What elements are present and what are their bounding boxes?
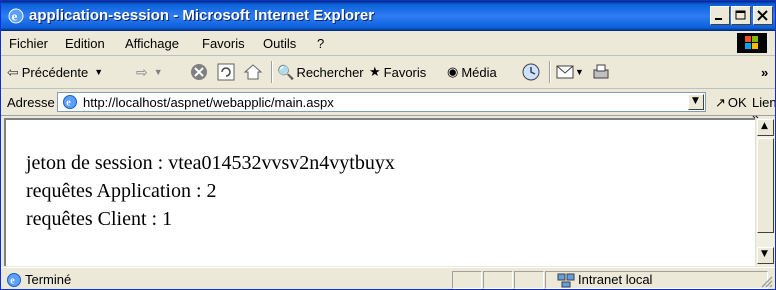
window-title: application-session - Microsoft Internet… [29, 7, 375, 24]
toolbar-overflow-button[interactable]: » [761, 60, 768, 84]
mail-icon [556, 65, 574, 79]
stop-button[interactable] [189, 60, 209, 84]
svg-text:e: e [10, 276, 15, 287]
menu-edition[interactable]: Edition [65, 36, 105, 51]
media-label: Média [461, 64, 497, 80]
standard-toolbar: ⇦ Précédente ▼ ⇨ ▼ 🔍 Rechercher ★ Favori… [1, 56, 775, 89]
menu-help[interactable]: ? [317, 36, 324, 51]
resize-grip-icon[interactable] [759, 274, 773, 288]
page-icon: e [63, 95, 77, 109]
scroll-up-button[interactable]: ▲ [757, 119, 774, 136]
status-text: Terminé [25, 272, 72, 287]
maximize-button[interactable] [731, 6, 751, 25]
go-arrow-icon: ↗ [715, 95, 726, 110]
menu-affichage[interactable]: Affichage [125, 36, 179, 51]
home-button[interactable] [243, 60, 263, 84]
history-icon [522, 63, 540, 81]
browser-window: e application-session - Microsoft Intern… [0, 0, 776, 290]
scroll-thumb[interactable] [757, 138, 774, 233]
chevron-down-icon: ▼ [94, 67, 104, 77]
favorites-icon: ★ [369, 64, 381, 79]
menu-favoris[interactable]: Favoris [202, 36, 245, 51]
client-requests-line: requêtes Client : 1 [26, 208, 173, 230]
page-content: jeton de session : vtea014532vvsv2n4vytb… [4, 118, 755, 266]
svg-text:e: e [12, 9, 18, 24]
refresh-icon [217, 63, 235, 81]
address-bar: Adresse e http://localhost/aspnet/webapp… [1, 89, 775, 125]
search-icon: 🔍 [277, 63, 295, 80]
favorites-button[interactable]: ★ Favoris [369, 60, 426, 84]
media-icon: ◉ [447, 64, 459, 79]
status-pane [483, 271, 513, 289]
back-label: Précédente [21, 64, 89, 80]
address-url[interactable]: http://localhost/aspnet/webapplic/main.a… [83, 95, 334, 110]
favorites-label: Favoris [383, 64, 427, 80]
page-done-icon: e [7, 273, 21, 287]
maximize-icon [735, 10, 746, 20]
go-button[interactable]: ↗ OK [715, 95, 747, 111]
print-icon [593, 64, 609, 79]
menu-outils[interactable]: Outils [263, 36, 296, 51]
mail-button[interactable]: ▼ [555, 60, 584, 84]
forward-button[interactable]: ⇨ ▼ [136, 60, 163, 84]
stop-icon [191, 64, 207, 80]
history-button[interactable] [521, 60, 541, 84]
minimize-button[interactable] [710, 6, 730, 25]
search-button[interactable]: 🔍 Rechercher [277, 60, 364, 84]
toolbar-separator [271, 61, 273, 83]
address-dropdown-button[interactable]: ▼ [688, 94, 704, 110]
chevron-down-icon: ▼ [761, 249, 768, 259]
intranet-icon [557, 273, 575, 288]
close-icon [757, 10, 768, 21]
scroll-down-button[interactable]: ▼ [757, 247, 774, 264]
status-pane [514, 271, 544, 289]
print-button[interactable] [591, 60, 611, 84]
vertical-scrollbar[interactable]: ▲ ▼ [755, 118, 775, 266]
application-requests-line: requêtes Application : 2 [26, 180, 217, 202]
refresh-button[interactable] [216, 60, 236, 84]
close-button[interactable] [753, 6, 773, 25]
chevron-down-icon: ▼ [692, 96, 699, 106]
media-button[interactable]: ◉ Média [447, 60, 497, 84]
status-bar: e Terminé Intranet local [1, 267, 775, 289]
minimize-icon [715, 18, 722, 20]
title-bar[interactable]: e application-session - Microsoft Intern… [1, 1, 775, 31]
address-label: Adresse [7, 95, 55, 110]
forward-arrow-icon: ⇨ [136, 63, 148, 80]
back-arrow-icon: ⇦ [7, 63, 19, 80]
go-label: OK [727, 95, 747, 110]
toolbar-overflow: » [761, 64, 769, 80]
chevron-down-icon: ▼ [575, 67, 584, 77]
address-field[interactable]: e http://localhost/aspnet/webapplic/main… [57, 92, 706, 112]
back-button[interactable]: ⇦ Précédente ▼ [7, 60, 103, 84]
toolbar-separator [549, 61, 551, 83]
svg-text:e: e [66, 98, 71, 109]
menu-fichier[interactable]: Fichier [9, 36, 48, 51]
security-zone-label: Intranet local [578, 272, 653, 287]
home-icon [243, 64, 263, 80]
ie-logo-icon: e [8, 8, 24, 24]
chevron-up-icon: ▲ [761, 121, 768, 131]
chevron-down-icon: ▼ [153, 67, 163, 77]
session-token-line: jeton de session : vtea014532vvsv2n4vytb… [26, 152, 395, 174]
search-label: Rechercher [296, 64, 364, 80]
menu-bar: Fichier Edition Affichage Favoris Outils… [1, 31, 775, 56]
windows-logo-icon [737, 33, 767, 53]
status-pane [452, 271, 482, 289]
